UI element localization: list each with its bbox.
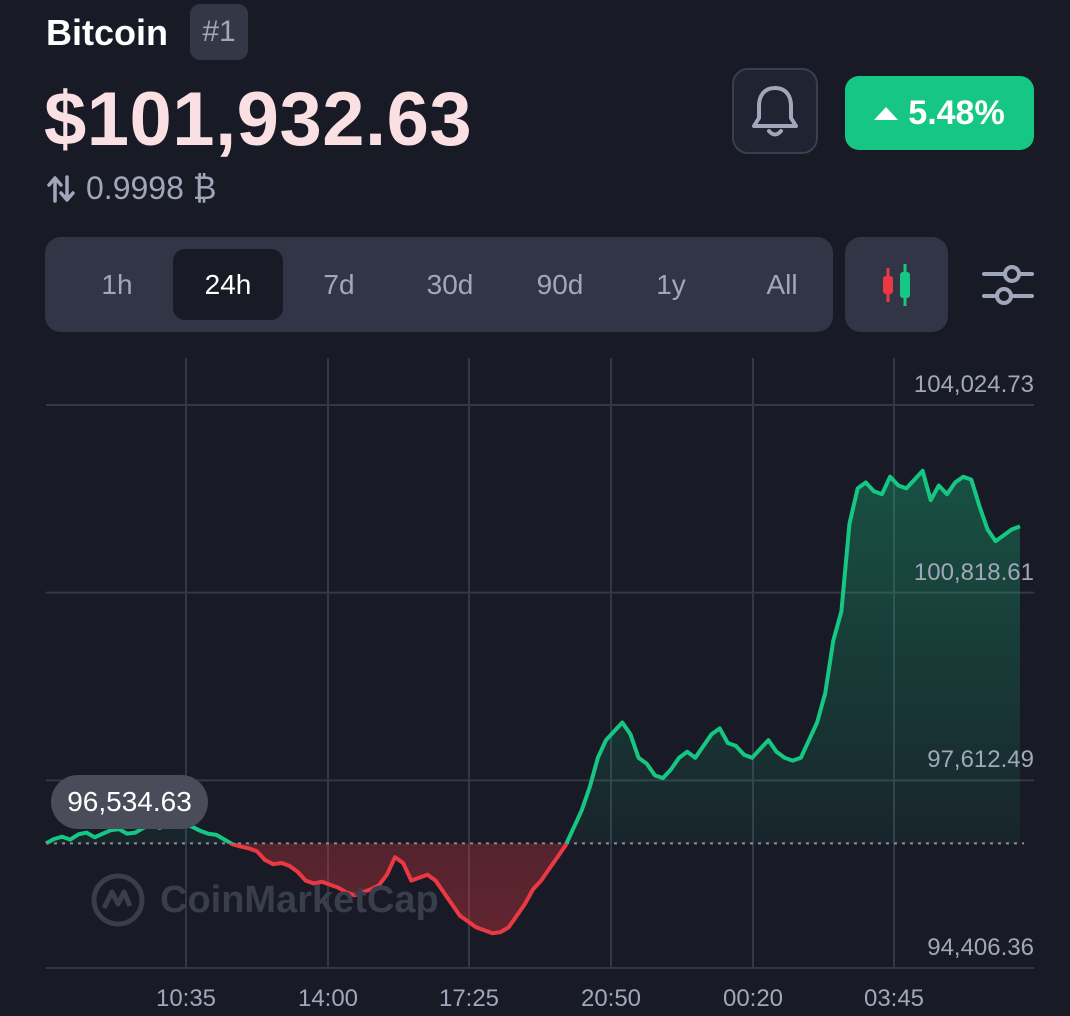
x-tick-label: 17:25 [438, 985, 500, 1012]
tab-24h[interactable]: 24h [173, 249, 283, 320]
price-change-value: 5.48% [908, 93, 1005, 132]
sliders-icon [982, 265, 1034, 305]
triangle-up-icon [874, 106, 899, 120]
chart-type-toggle[interactable] [845, 237, 948, 332]
y-tick-label: 94,406.36 [927, 934, 1034, 961]
bell-icon [752, 86, 798, 137]
coinmarketcap-logo-icon [91, 873, 145, 927]
tab-1h[interactable]: 1h [62, 249, 172, 320]
coin-name: Bitcoin [46, 12, 168, 53]
y-tick-label: 100,818.61 [913, 558, 1034, 586]
y-tick-label: 104,024.73 [913, 371, 1034, 398]
tab-90d[interactable]: 90d [505, 249, 615, 320]
price-change-badge: 5.48% [845, 76, 1034, 150]
tab-all[interactable]: All [727, 249, 837, 320]
y-tick-label: 97,612.49 [927, 746, 1034, 774]
tab-1y[interactable]: 1y [616, 249, 726, 320]
x-tick-label: 20:50 [580, 985, 642, 1012]
candlestick-icon [882, 263, 910, 306]
x-tick-label: 10:35 [155, 985, 217, 1012]
watermark-text: CoinMarketCap [160, 878, 439, 921]
x-tick-label: 14:00 [297, 985, 359, 1012]
x-tick-label: 00:20 [722, 985, 784, 1012]
price-alert-button[interactable] [732, 68, 818, 154]
watermark: CoinMarketCap [90, 872, 439, 928]
tab-30d[interactable]: 30d [395, 249, 505, 320]
btc-conversion[interactable]: 0.9998 ₿ [46, 170, 216, 207]
btc-conversion-value: 0.9998 ₿ [86, 170, 217, 206]
timeframe-tabs: 1h 24h 7d 30d 90d 1y All [45, 237, 833, 332]
current-price: $101,932.63 [44, 77, 473, 162]
swap-arrows-icon [47, 174, 75, 203]
x-tick-label: 03:45 [863, 985, 925, 1012]
tab-7d[interactable]: 7d [284, 249, 394, 320]
rank-badge: #1 [190, 4, 248, 60]
reference-price-tag: 96,534.63 [51, 775, 208, 829]
chart-settings-button[interactable] [982, 262, 1034, 313]
